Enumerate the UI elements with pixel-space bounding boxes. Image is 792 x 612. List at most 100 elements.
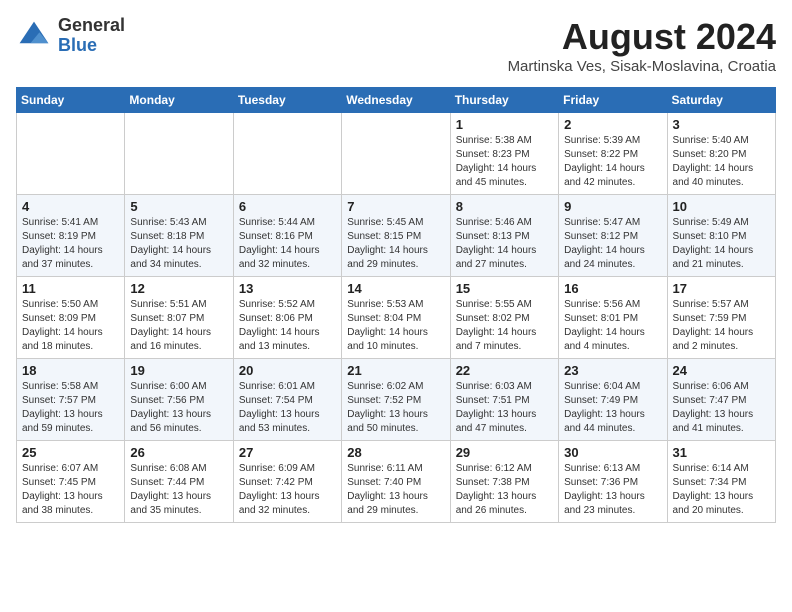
calendar-cell: [342, 113, 450, 195]
day-number: 8: [456, 199, 553, 214]
day-number: 2: [564, 117, 661, 132]
calendar-cell: 20 Sunrise: 6:01 AM Sunset: 7:54 PM Dayli…: [233, 359, 341, 441]
calendar-cell: 27 Sunrise: 6:09 AM Sunset: 7:42 PM Dayli…: [233, 441, 341, 523]
calendar-cell: 24 Sunrise: 6:06 AM Sunset: 7:47 PM Dayli…: [667, 359, 775, 441]
day-number: 5: [130, 199, 227, 214]
location-subtitle: Martinska Ves, Sisak-Moslavina, Croatia: [508, 58, 776, 75]
calendar-cell: 2 Sunrise: 5:39 AM Sunset: 8:22 PM Daylig…: [559, 113, 667, 195]
day-number: 9: [564, 199, 661, 214]
calendar-cell: 7 Sunrise: 5:45 AM Sunset: 8:15 PM Daylig…: [342, 195, 450, 277]
day-info: Sunrise: 5:41 AM Sunset: 8:19 PM Dayligh…: [22, 216, 119, 272]
day-number: 22: [456, 363, 553, 378]
week-row-2: 4Sunrise: 5:41 AM Sunset: 8:19 PM Daylig…: [17, 195, 776, 277]
day-info: Sunrise: 5:44 AM Sunset: 8:16 PM Dayligh…: [239, 216, 336, 272]
day-info: Sunrise: 6:12 AM Sunset: 7:38 PM Dayligh…: [456, 462, 553, 518]
day-number: 15: [456, 281, 553, 296]
weekday-header-thursday: Thursday: [450, 88, 558, 113]
day-info: Sunrise: 6:02 AM Sunset: 7:52 PM Dayligh…: [347, 380, 444, 436]
day-info: Sunrise: 5:50 AM Sunset: 8:09 PM Dayligh…: [22, 298, 119, 354]
calendar-cell: 6 Sunrise: 5:44 AM Sunset: 8:16 PM Daylig…: [233, 195, 341, 277]
day-info: Sunrise: 5:57 AM Sunset: 7:59 PM Dayligh…: [673, 298, 770, 354]
day-info: Sunrise: 6:04 AM Sunset: 7:49 PM Dayligh…: [564, 380, 661, 436]
weekday-header-sunday: Sunday: [17, 88, 125, 113]
weekday-header-row: SundayMondayTuesdayWednesdayThursdayFrid…: [17, 88, 776, 113]
month-year-title: August 2024: [508, 16, 776, 58]
calendar-cell: 19 Sunrise: 6:00 AM Sunset: 7:56 PM Dayli…: [125, 359, 233, 441]
day-number: 17: [673, 281, 770, 296]
week-row-1: 1Sunrise: 5:38 AM Sunset: 8:23 PM Daylig…: [17, 113, 776, 195]
day-info: Sunrise: 5:38 AM Sunset: 8:23 PM Dayligh…: [456, 134, 553, 190]
calendar-cell: 12 Sunrise: 5:51 AM Sunset: 8:07 PM Dayli…: [125, 277, 233, 359]
weekday-header-friday: Friday: [559, 88, 667, 113]
day-info: Sunrise: 6:13 AM Sunset: 7:36 PM Dayligh…: [564, 462, 661, 518]
day-info: Sunrise: 5:43 AM Sunset: 8:18 PM Dayligh…: [130, 216, 227, 272]
day-info: Sunrise: 5:40 AM Sunset: 8:20 PM Dayligh…: [673, 134, 770, 190]
day-number: 18: [22, 363, 119, 378]
day-info: Sunrise: 5:58 AM Sunset: 7:57 PM Dayligh…: [22, 380, 119, 436]
day-number: 11: [22, 281, 119, 296]
day-number: 28: [347, 445, 444, 460]
day-number: 23: [564, 363, 661, 378]
calendar-cell: 10Sunrise: 5:49 AM Sunset: 8:10 PM Dayli…: [667, 195, 775, 277]
calendar-cell: 21Sunrise: 6:02 AM Sunset: 7:52 PM Dayli…: [342, 359, 450, 441]
calendar-cell: 31 Sunrise: 6:14 AM Sunset: 7:34 PM Dayli…: [667, 441, 775, 523]
calendar-cell: 22 Sunrise: 6:03 AM Sunset: 7:51 PM Dayli…: [450, 359, 558, 441]
day-info: Sunrise: 6:06 AM Sunset: 7:47 PM Dayligh…: [673, 380, 770, 436]
calendar-cell: 29 Sunrise: 6:12 AM Sunset: 7:38 PM Dayli…: [450, 441, 558, 523]
day-number: 31: [673, 445, 770, 460]
logo-text: General Blue: [58, 16, 125, 56]
day-number: 16: [564, 281, 661, 296]
calendar-cell: 1Sunrise: 5:38 AM Sunset: 8:23 PM Daylig…: [450, 113, 558, 195]
weekday-header-wednesday: Wednesday: [342, 88, 450, 113]
day-info: Sunrise: 6:07 AM Sunset: 7:45 PM Dayligh…: [22, 462, 119, 518]
calendar-cell: 28Sunrise: 6:11 AM Sunset: 7:40 PM Dayli…: [342, 441, 450, 523]
week-row-5: 25 Sunrise: 6:07 AM Sunset: 7:45 PM Dayli…: [17, 441, 776, 523]
day-number: 29: [456, 445, 553, 460]
day-number: 12: [130, 281, 227, 296]
calendar-cell: [17, 113, 125, 195]
calendar-cell: 18 Sunrise: 5:58 AM Sunset: 7:57 PM Dayli…: [17, 359, 125, 441]
day-info: Sunrise: 5:51 AM Sunset: 8:07 PM Dayligh…: [130, 298, 227, 354]
day-number: 30: [564, 445, 661, 460]
calendar-table: SundayMondayTuesdayWednesdayThursdayFrid…: [16, 87, 776, 523]
day-info: Sunrise: 6:00 AM Sunset: 7:56 PM Dayligh…: [130, 380, 227, 436]
weekday-header-monday: Monday: [125, 88, 233, 113]
day-number: 20: [239, 363, 336, 378]
page-header: General Blue August 2024 Martinska Ves, …: [16, 16, 776, 75]
day-number: 7: [347, 199, 444, 214]
day-info: Sunrise: 5:52 AM Sunset: 8:06 PM Dayligh…: [239, 298, 336, 354]
day-info: Sunrise: 5:39 AM Sunset: 8:22 PM Dayligh…: [564, 134, 661, 190]
day-info: Sunrise: 6:01 AM Sunset: 7:54 PM Dayligh…: [239, 380, 336, 436]
day-number: 24: [673, 363, 770, 378]
day-info: Sunrise: 5:56 AM Sunset: 8:01 PM Dayligh…: [564, 298, 661, 354]
day-number: 3: [673, 117, 770, 132]
day-number: 6: [239, 199, 336, 214]
calendar-cell: 13Sunrise: 5:52 AM Sunset: 8:06 PM Dayli…: [233, 277, 341, 359]
calendar-cell: 9 Sunrise: 5:47 AM Sunset: 8:12 PM Daylig…: [559, 195, 667, 277]
calendar-cell: 5 Sunrise: 5:43 AM Sunset: 8:18 PM Daylig…: [125, 195, 233, 277]
calendar-cell: 23 Sunrise: 6:04 AM Sunset: 7:49 PM Dayli…: [559, 359, 667, 441]
day-number: 25: [22, 445, 119, 460]
day-info: Sunrise: 6:03 AM Sunset: 7:51 PM Dayligh…: [456, 380, 553, 436]
calendar-cell: [125, 113, 233, 195]
day-number: 26: [130, 445, 227, 460]
day-number: 10: [673, 199, 770, 214]
calendar-cell: 17 Sunrise: 5:57 AM Sunset: 7:59 PM Dayli…: [667, 277, 775, 359]
title-block: August 2024 Martinska Ves, Sisak-Moslavi…: [508, 16, 776, 75]
day-info: Sunrise: 5:53 AM Sunset: 8:04 PM Dayligh…: [347, 298, 444, 354]
week-row-4: 18 Sunrise: 5:58 AM Sunset: 7:57 PM Dayli…: [17, 359, 776, 441]
day-number: 27: [239, 445, 336, 460]
day-info: Sunrise: 5:47 AM Sunset: 8:12 PM Dayligh…: [564, 216, 661, 272]
weekday-header-tuesday: Tuesday: [233, 88, 341, 113]
day-info: Sunrise: 5:45 AM Sunset: 8:15 PM Dayligh…: [347, 216, 444, 272]
calendar-cell: 14Sunrise: 5:53 AM Sunset: 8:04 PM Dayli…: [342, 277, 450, 359]
calendar-cell: 25 Sunrise: 6:07 AM Sunset: 7:45 PM Dayli…: [17, 441, 125, 523]
day-info: Sunrise: 6:08 AM Sunset: 7:44 PM Dayligh…: [130, 462, 227, 518]
weekday-header-saturday: Saturday: [667, 88, 775, 113]
day-info: Sunrise: 6:09 AM Sunset: 7:42 PM Dayligh…: [239, 462, 336, 518]
logo-icon: [16, 18, 52, 54]
calendar-cell: [233, 113, 341, 195]
day-info: Sunrise: 6:14 AM Sunset: 7:34 PM Dayligh…: [673, 462, 770, 518]
day-info: Sunrise: 5:55 AM Sunset: 8:02 PM Dayligh…: [456, 298, 553, 354]
day-number: 19: [130, 363, 227, 378]
